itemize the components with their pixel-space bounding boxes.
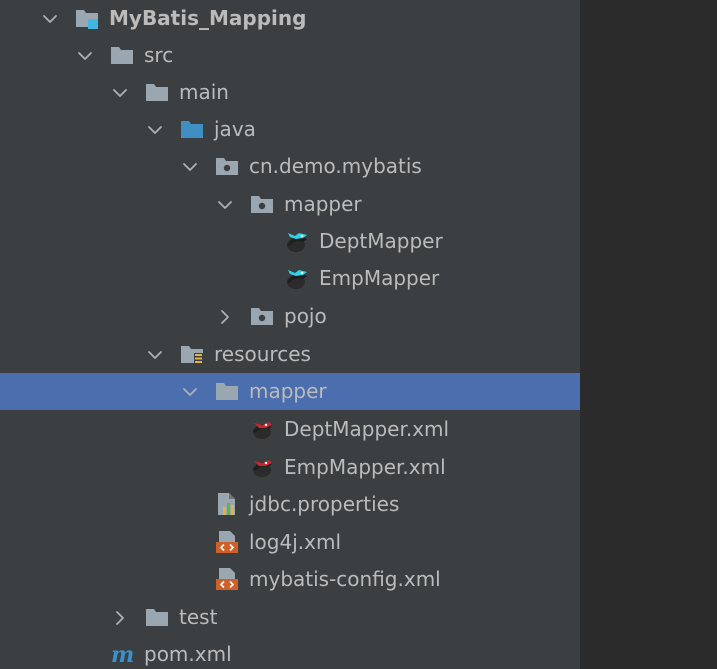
- chevron-down-icon[interactable]: [180, 373, 200, 410]
- chevron-down-icon[interactable]: [215, 186, 235, 223]
- tree-row-pojo[interactable]: pojo: [0, 298, 580, 335]
- tree-label-emp-mapper-xml: EmpMapper.xml: [284, 455, 446, 479]
- folder-icon: [145, 80, 169, 104]
- source-root-folder-icon: [180, 117, 204, 141]
- chevron-down-icon[interactable]: [75, 37, 95, 74]
- tree-row-emp-mapper[interactable]: EmpMapper: [0, 260, 580, 297]
- xml-file-icon: [215, 567, 239, 591]
- tree-row-resources[interactable]: resources: [0, 336, 580, 373]
- chevron-down-icon[interactable]: [145, 336, 165, 373]
- ide-window: MyBatis_Mapping src main java cn.demo.my…: [0, 0, 717, 669]
- chevron-down-icon[interactable]: [145, 111, 165, 148]
- maven-icon: [110, 642, 134, 666]
- tree-label-log4j-xml: log4j.xml: [249, 530, 342, 554]
- properties-file-icon: [215, 492, 239, 516]
- tree-label-jdbc-properties: jdbc.properties: [249, 492, 400, 516]
- mybatis-xml-icon: [250, 455, 274, 479]
- tree-label-resources: resources: [214, 342, 311, 366]
- tree-label-pom: pom.xml: [144, 642, 232, 666]
- tree-label-src: src: [144, 43, 174, 67]
- package-icon: [215, 154, 239, 178]
- tree-row-mapper-package[interactable]: mapper: [0, 186, 580, 223]
- tree-label-pojo: pojo: [284, 304, 327, 328]
- tree-row-package[interactable]: cn.demo.mybatis: [0, 148, 580, 185]
- tree-label-project: MyBatis_Mapping: [109, 6, 307, 30]
- tree-row-mybatis-config[interactable]: mybatis-config.xml: [0, 561, 580, 598]
- tree-row-pom[interactable]: pom.xml: [0, 636, 580, 669]
- chevron-down-icon[interactable]: [180, 148, 200, 185]
- tree-label-dept-mapper-xml: DeptMapper.xml: [284, 417, 450, 441]
- tree-label-test: test: [179, 605, 218, 629]
- tree-row-mapper-dir[interactable]: mapper: [0, 373, 580, 410]
- mybatis-xml-icon: [250, 417, 274, 441]
- tree-label-package: cn.demo.mybatis: [249, 154, 422, 178]
- module-folder-icon: [75, 6, 99, 30]
- tree-row-project[interactable]: MyBatis_Mapping: [0, 0, 580, 37]
- chevron-right-icon[interactable]: [110, 599, 130, 636]
- chevron-down-icon[interactable]: [40, 0, 60, 37]
- tree-label-emp-mapper: EmpMapper: [319, 266, 440, 290]
- xml-file-icon: [215, 530, 239, 554]
- tree-row-main[interactable]: main: [0, 74, 580, 111]
- tree-row-jdbc-properties[interactable]: jdbc.properties: [0, 486, 580, 523]
- folder-icon: [110, 43, 134, 67]
- mybatis-bird-icon: [285, 229, 309, 253]
- tree-label-mapper-dir: mapper: [249, 379, 327, 403]
- folder-icon: [215, 379, 239, 403]
- tree-label-java: java: [214, 117, 256, 141]
- chevron-down-icon[interactable]: [110, 74, 130, 111]
- package-icon: [250, 304, 274, 328]
- tree-row-dept-mapper[interactable]: DeptMapper: [0, 223, 580, 260]
- folder-icon: [145, 605, 169, 629]
- resources-root-folder-icon: [180, 342, 204, 366]
- tree-label-dept-mapper: DeptMapper: [319, 229, 443, 253]
- chevron-right-icon[interactable]: [215, 298, 235, 335]
- mybatis-bird-icon: [285, 266, 309, 290]
- tree-row-emp-mapper-xml[interactable]: EmpMapper.xml: [0, 449, 580, 486]
- tree-row-src[interactable]: src: [0, 37, 580, 74]
- tree-row-java[interactable]: java: [0, 111, 580, 148]
- tree-row-dept-mapper-xml[interactable]: DeptMapper.xml: [0, 411, 580, 448]
- tree-label-mapper-package: mapper: [284, 192, 362, 216]
- editor-area: [582, 0, 717, 669]
- tree-label-mybatis-config: mybatis-config.xml: [249, 567, 441, 591]
- tree-row-test[interactable]: test: [0, 599, 580, 636]
- package-icon: [250, 192, 274, 216]
- tree-label-main: main: [179, 80, 229, 104]
- tree-row-log4j-xml[interactable]: log4j.xml: [0, 524, 580, 561]
- project-tree: MyBatis_Mapping src main java cn.demo.my…: [0, 0, 580, 669]
